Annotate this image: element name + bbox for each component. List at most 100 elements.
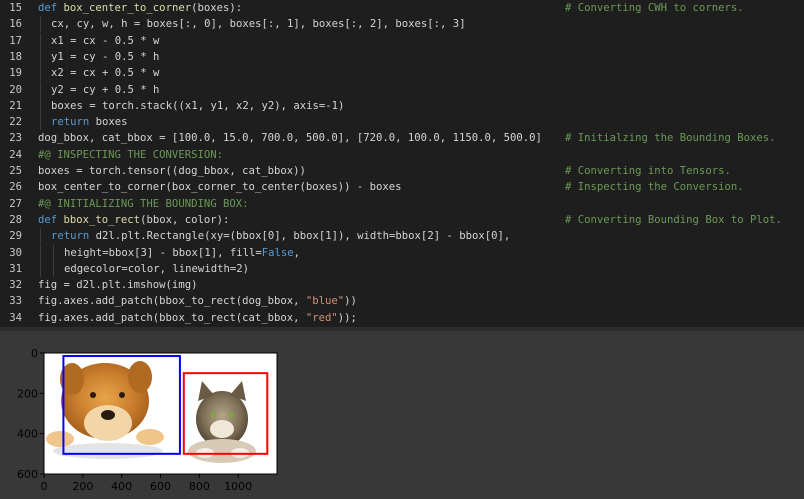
- code-token: boxes = torch.stack((x1, y1, x2, y2), ax…: [51, 99, 345, 112]
- code-token: (boxes):: [191, 2, 243, 14]
- code-text: def bbox_to_rect(bbox, color):: [38, 212, 229, 228]
- line-number: 34: [9, 311, 22, 324]
- line-number: 18: [9, 50, 22, 63]
- code-line[interactable]: 20 y2 = cy + 0.5 * h: [0, 81, 804, 98]
- line-number: 20: [9, 83, 22, 96]
- line-number: 25: [9, 165, 22, 177]
- y-tick-label: 600: [17, 468, 38, 481]
- code-line[interactable]: 26 box_center_to_corner(box_corner_to_cen…: [0, 179, 804, 195]
- line-number: 30: [9, 246, 22, 259]
- indent-guide: [40, 65, 41, 82]
- code-token: fig.axes.add_patch(bbox_to_rect(cat_bbox…: [38, 311, 306, 324]
- code-token: d2l.plt.Rectangle(xy=(bbox[0], bbox[1]),…: [89, 230, 511, 243]
- code-token: x2 = cx + 0.5 * w: [51, 67, 160, 80]
- indent-guide: [40, 81, 41, 98]
- x-tick-label: 0: [41, 480, 48, 493]
- code-token: cx, cy, w, h = boxes[:, 0], boxes[:, 1],…: [51, 18, 466, 31]
- inline-comment: # Converting into Tensors.: [565, 165, 731, 177]
- indent-guide: [53, 244, 54, 261]
- code-token: y2 = cy + 0.5 * h: [51, 83, 160, 96]
- line-number: 28: [9, 213, 22, 226]
- code-token: "blue": [305, 295, 345, 308]
- code-text: return boxes: [51, 114, 128, 130]
- code-line[interactable]: 23 dog_bbox, cat_bbox = [100.0, 15.0, 700…: [0, 130, 804, 146]
- code-line[interactable]: 29 return d2l.plt.Rectangle(xy=(bbox[0], …: [0, 228, 804, 245]
- code-text: edgecolor=color, linewidth=2): [64, 261, 249, 277]
- code-text: fig = d2l.plt.imshow(img): [38, 277, 197, 293]
- line-number: 27: [9, 197, 22, 210]
- code-token: dog_bbox, cat_bbox = [100.0, 15.0, 700.0…: [38, 132, 542, 145]
- code-line[interactable]: 31 edgecolor=color, linewidth=2): [0, 260, 804, 277]
- code-token: return: [51, 230, 90, 243]
- code-line[interactable]: 21 boxes = torch.stack((x1, y1, x2, y2), …: [0, 97, 804, 114]
- code-line[interactable]: 28 def bbox_to_rect(bbox, color): # Conver…: [0, 212, 804, 228]
- code-token: )): [344, 295, 357, 308]
- code-token: box_center_to_corner(box_corner_to_cente…: [38, 181, 402, 194]
- code-line[interactable]: 24 #@ INSPECTING THE CONVERSION:: [0, 147, 804, 163]
- code-line[interactable]: 15 def box_center_to_corner(boxes): # Conv…: [0, 0, 804, 16]
- code-line[interactable]: 33 fig.axes.add_patch(bbox_to_rect(dog_bb…: [0, 293, 804, 309]
- imshow-plot: 02004006000 200 400 600 800 1000: [17, 347, 278, 493]
- x-tick-label: 200: [72, 480, 93, 493]
- line-number: 16: [9, 18, 22, 31]
- code-text: y2 = cy + 0.5 * h: [51, 82, 159, 98]
- indent-guide: [40, 97, 41, 114]
- code-line[interactable]: 17 x1 = cx - 0.5 * w: [0, 32, 804, 49]
- code-line[interactable]: 16 cx, cy, w, h = boxes[:, 0], boxes[:, 1…: [0, 16, 804, 33]
- indent-guide: [53, 260, 54, 277]
- line-number: 23: [9, 132, 22, 145]
- code-text: fig.axes.add_patch(bbox_to_rect(dog_bbox…: [38, 293, 357, 309]
- inline-comment: # Initialzing the Bounding Boxes.: [565, 132, 776, 145]
- code-token: ));: [337, 311, 357, 324]
- indent-guide: [40, 16, 41, 33]
- line-number: 15: [9, 2, 22, 14]
- code-token: def: [38, 213, 64, 226]
- code-token: fig.axes.add_patch(bbox_to_rect(dog_bbox…: [38, 295, 306, 308]
- code-token: False: [261, 246, 294, 259]
- code-line[interactable]: 32 fig = d2l.plt.imshow(img): [0, 277, 804, 293]
- line-number: 21: [9, 99, 22, 112]
- code-line[interactable]: 30 height=bbox[3] - bbox[1], fill=False,: [0, 244, 804, 261]
- line-number: 29: [9, 230, 22, 243]
- code-token: "red": [305, 311, 338, 324]
- code-text: x1 = cx - 0.5 * w: [51, 33, 159, 49]
- line-number: 24: [9, 148, 22, 161]
- code-line[interactable]: 27 #@ INITIALIZING THE BOUNDING BOX:: [0, 196, 804, 212]
- code-text: box_center_to_corner(box_corner_to_cente…: [38, 179, 402, 195]
- indent-guide: [40, 48, 41, 65]
- x-tick-label: 1000: [224, 480, 252, 493]
- code-line[interactable]: 22 return boxes: [0, 114, 804, 131]
- code-token: return: [51, 116, 90, 129]
- inline-comment: # Inspecting the Conversion.: [565, 181, 744, 194]
- code-text: #@ INSPECTING THE CONVERSION:: [38, 147, 223, 163]
- line-number: 33: [9, 295, 22, 308]
- inline-comment: # Converting CWH to corners.: [565, 2, 744, 14]
- code-token: boxes: [89, 116, 128, 129]
- code-editor[interactable]: 15 def box_center_to_corner(boxes): # Conv…: [0, 0, 804, 327]
- code-line[interactable]: 19 x2 = cx + 0.5 * w: [0, 65, 804, 82]
- code-token: bbox_to_rect: [63, 213, 141, 226]
- code-text: dog_bbox, cat_bbox = [100.0, 15.0, 700.0…: [38, 130, 542, 146]
- y-tick-label: 200: [17, 387, 38, 400]
- inline-comment: # Converting Bounding Box to Plot.: [565, 213, 782, 226]
- code-token: (bbox, color):: [140, 213, 230, 226]
- line-number: 32: [9, 279, 22, 292]
- code-token: height=bbox[3] - bbox[1], fill=: [64, 246, 262, 259]
- line-number: 19: [9, 67, 22, 80]
- code-token: #@ INSPECTING THE CONVERSION:: [38, 148, 223, 161]
- y-tick-label: 0: [31, 347, 38, 360]
- output-area: 0 200 400 600 0 200 400 600 800 1000: [0, 331, 804, 499]
- y-tick-label: 400: [17, 428, 38, 441]
- code-text: x2 = cx + 0.5 * w: [51, 65, 159, 81]
- code-token: ,: [293, 246, 300, 259]
- code-text: cx, cy, w, h = boxes[:, 0], boxes[:, 1],…: [51, 16, 466, 32]
- line-number: 26: [9, 181, 22, 194]
- code-line[interactable]: 25 boxes = torch.tensor((dog_bbox, cat_bb…: [0, 163, 804, 179]
- code-line[interactable]: 34 fig.axes.add_patch(bbox_to_rect(cat_bb…: [0, 310, 804, 326]
- indent-guide: [40, 228, 41, 245]
- code-token: edgecolor=color, linewidth=2): [64, 262, 249, 275]
- indent-guide: [40, 32, 41, 49]
- code-text: return d2l.plt.Rectangle(xy=(bbox[0], bb…: [51, 228, 510, 244]
- code-line[interactable]: 18 y1 = cy - 0.5 * h: [0, 48, 804, 65]
- code-token: #@ INITIALIZING THE BOUNDING BOX:: [38, 197, 249, 210]
